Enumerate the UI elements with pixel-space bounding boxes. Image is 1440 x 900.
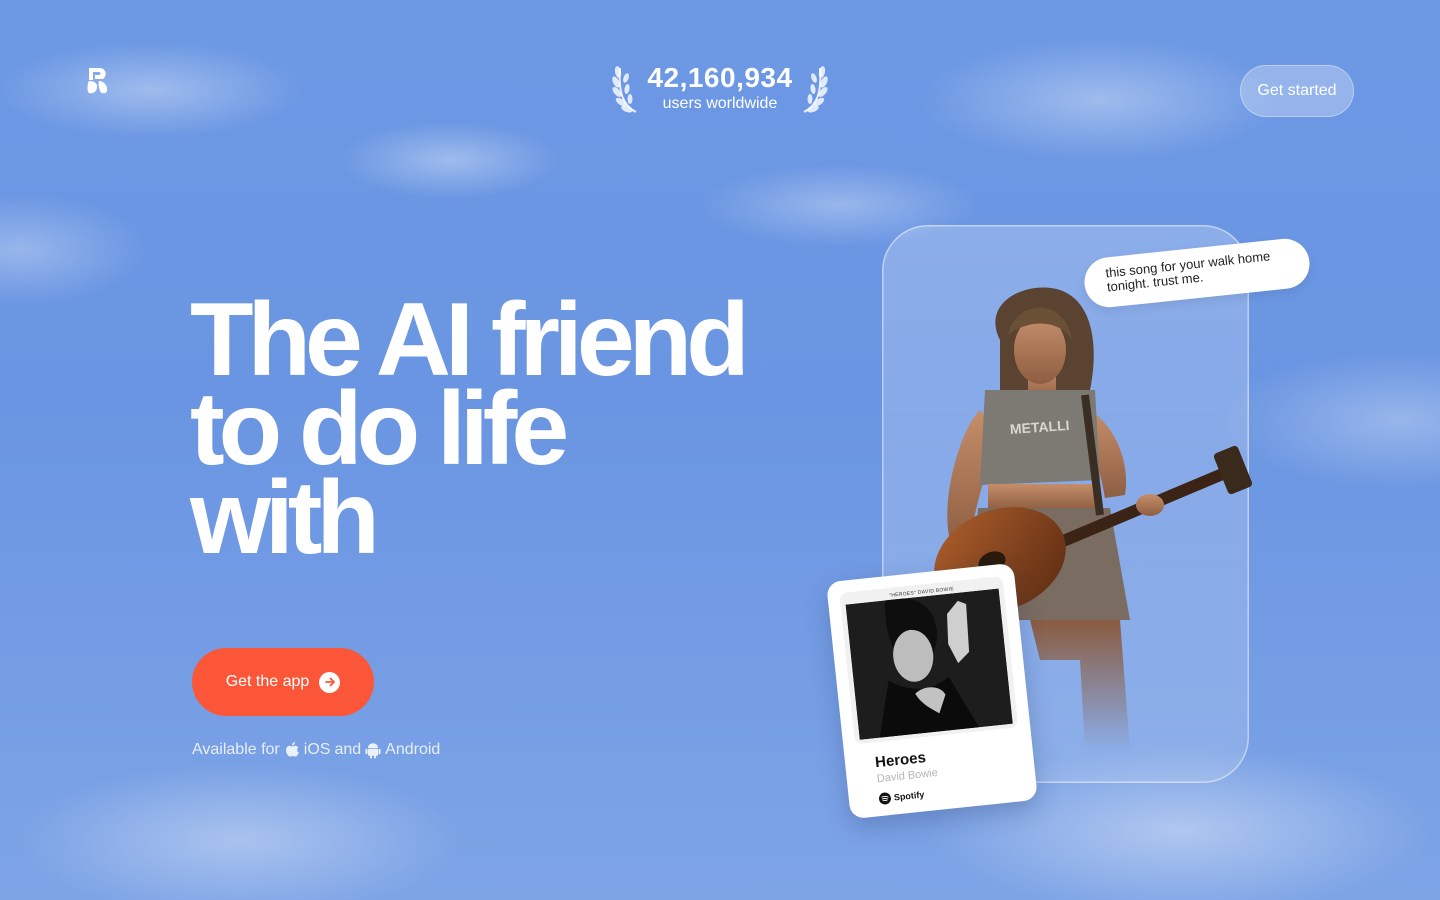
platform-availability: Available for iOS and Android	[192, 741, 440, 759]
spotify-badge[interactable]: Spotify	[878, 788, 925, 805]
album-art: "HEROES" DAVID BOWIE	[839, 576, 1019, 745]
android-icon	[365, 743, 381, 759]
spotify-icon	[878, 792, 891, 805]
album-cover-photo	[845, 588, 1013, 740]
spotify-label: Spotify	[893, 789, 925, 803]
user-count-label: users worldwide	[662, 95, 778, 112]
availability-prefix: Available for	[192, 741, 280, 758]
apple-icon	[285, 742, 299, 757]
user-count-badge: 42,160,934 users worldwide	[612, 62, 828, 116]
availability-android[interactable]: Android	[385, 741, 440, 759]
hero-headline: The AI friend to do life with	[190, 288, 810, 576]
get-the-app-button[interactable]: Get the app	[192, 648, 374, 716]
laurel-right-icon	[803, 66, 828, 113]
headline-line-3: with	[190, 460, 380, 576]
get-started-button[interactable]: Get started	[1240, 65, 1354, 117]
arrow-right-icon	[319, 671, 341, 693]
user-count: 42,160,934	[647, 62, 793, 93]
get-the-app-label: Get the app	[225, 673, 310, 690]
availability-and: and	[334, 741, 362, 758]
song-card[interactable]: "HEROES" DAVID BOWIE Heroes David Bowie …	[826, 562, 1038, 820]
replika-logo-icon[interactable]	[86, 66, 110, 96]
availability-ios[interactable]: iOS	[304, 741, 331, 759]
